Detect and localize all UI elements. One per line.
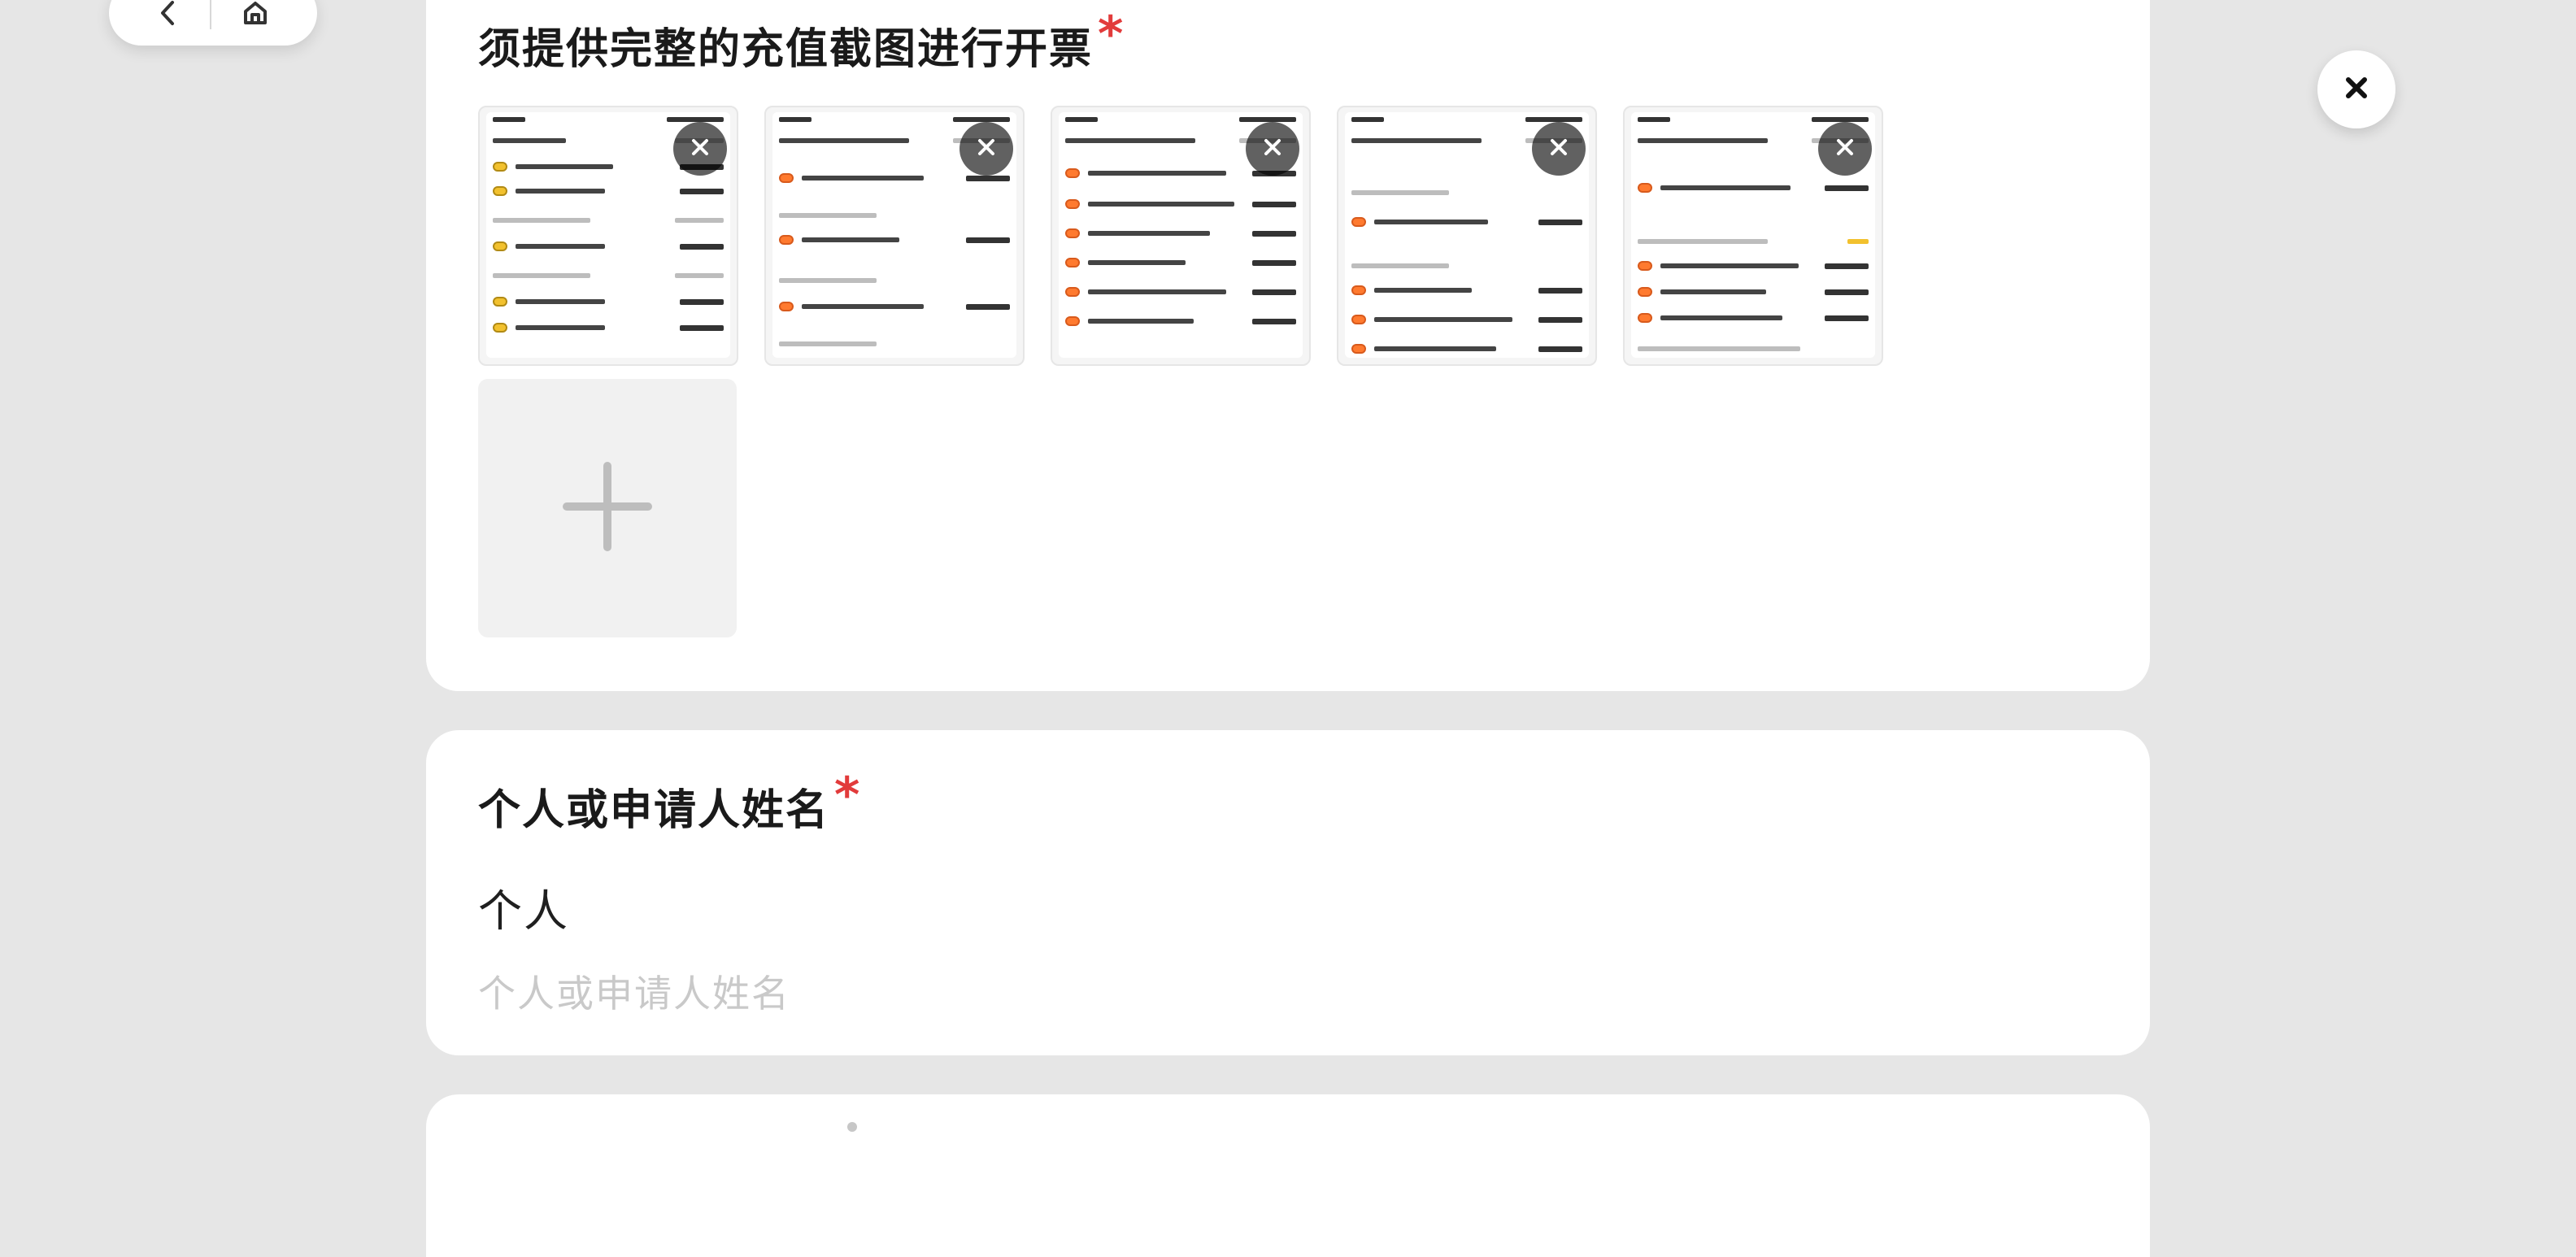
capsule-divider <box>210 0 211 29</box>
close-icon <box>689 136 711 162</box>
next-card-hint-mark <box>847 1122 857 1132</box>
add-receipt-button[interactable] <box>478 379 737 637</box>
remove-thumbnail-button[interactable] <box>1818 122 1872 176</box>
close-icon <box>1834 136 1856 162</box>
remove-thumbnail-button[interactable] <box>1246 122 1299 176</box>
applicant-name-card: 个人或申请人姓名 * 个人 <box>426 730 2150 1055</box>
remove-thumbnail-button[interactable] <box>673 122 727 176</box>
required-mark: * <box>834 767 862 824</box>
receipts-title-text: 须提供完整的充值截图进行开票 <box>478 25 1094 74</box>
receipt-thumbnail[interactable] <box>764 106 1025 366</box>
applicant-name-input[interactable] <box>478 969 1942 1018</box>
close-button[interactable] <box>2317 50 2395 128</box>
close-icon <box>975 136 998 162</box>
remove-thumbnail-button[interactable] <box>959 122 1013 176</box>
applicant-name-title: 个人或申请人姓名 * <box>478 771 861 837</box>
remove-thumbnail-button[interactable] <box>1532 122 1586 176</box>
close-icon <box>2340 72 2373 107</box>
close-icon <box>1261 136 1284 162</box>
close-icon <box>1547 136 1570 162</box>
required-mark: * <box>1098 6 1125 63</box>
thumb-status-bar <box>493 115 724 124</box>
chevron-left-icon[interactable] <box>154 0 182 27</box>
next-card <box>426 1094 2150 1257</box>
receipts-card: 须提供完整的充值截图进行开票 * <box>426 0 2150 691</box>
receipt-thumbnail[interactable] <box>478 106 738 366</box>
home-icon[interactable] <box>239 0 272 29</box>
plus-icon <box>550 450 664 567</box>
receipt-thumbnail[interactable] <box>1051 106 1311 366</box>
receipts-section-title: 须提供完整的充值截图进行开票 * <box>478 10 1125 76</box>
receipt-thumbnail[interactable] <box>1623 106 1883 366</box>
applicant-type-value[interactable]: 个人 <box>478 875 569 939</box>
applicant-name-title-text: 个人或申请人姓名 <box>478 786 830 835</box>
receipt-thumbnail[interactable] <box>1337 106 1597 366</box>
mini-program-capsule <box>109 0 317 46</box>
